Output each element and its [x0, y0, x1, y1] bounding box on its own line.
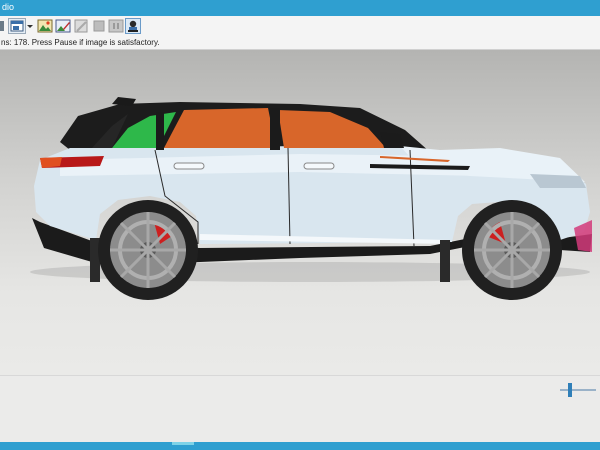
window-icon: [10, 20, 24, 32]
zoom-slider[interactable]: [560, 383, 596, 397]
pause-button[interactable]: [108, 18, 124, 34]
window-button[interactable]: [8, 18, 26, 34]
stop-icon: [93, 20, 105, 32]
rear-wheel: [98, 200, 198, 300]
slider-handle-icon: [560, 383, 596, 397]
render-viewport: [0, 50, 600, 375]
edit-image-icon: [55, 19, 71, 33]
crop-button[interactable]: [73, 18, 89, 34]
toolbar: [0, 16, 600, 38]
chevron-down-icon: [27, 25, 33, 28]
stop-button[interactable]: [92, 18, 106, 34]
render-icon: [128, 20, 138, 32]
status-bar: ns: 178. Press Pause if image is satisfa…: [0, 37, 600, 50]
toolbar-left-edge: [0, 18, 6, 34]
pause-icon: [108, 19, 124, 33]
footer-accent: [172, 442, 194, 445]
edit-image-button[interactable]: [55, 18, 71, 34]
window-title: dio: [2, 2, 15, 12]
title-bar: dio: [0, 0, 600, 16]
crop-icon: [74, 19, 88, 33]
image-icon: [37, 19, 53, 33]
footer-bar: [0, 442, 600, 450]
front-wheel: [462, 200, 562, 300]
dropdown-button[interactable]: [26, 18, 34, 34]
car-render: [30, 97, 592, 300]
image-button[interactable]: [37, 18, 53, 34]
bottom-panel: [0, 375, 600, 443]
render-settings-button[interactable]: [125, 18, 141, 34]
status-message: ns: 178. Press Pause if image is satisfa…: [1, 38, 160, 47]
